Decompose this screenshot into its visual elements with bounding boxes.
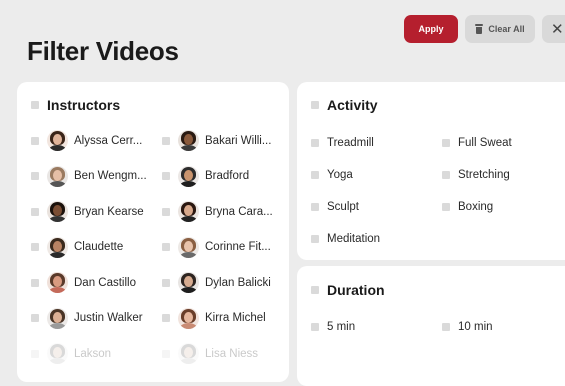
activity-checkbox[interactable] bbox=[442, 203, 450, 211]
duration-heading[interactable]: Duration bbox=[311, 282, 385, 298]
activity-checkbox[interactable] bbox=[311, 235, 319, 243]
activity-option[interactable]: Treadmill bbox=[311, 137, 374, 149]
instructor-checkbox[interactable] bbox=[31, 136, 39, 145]
activity-label: Boxing bbox=[458, 201, 494, 213]
instructor-avatar bbox=[178, 236, 199, 258]
instructor-checkbox[interactable] bbox=[162, 314, 170, 322]
instructor-name: Kirra Michel bbox=[205, 312, 266, 324]
instructor-avatar bbox=[178, 130, 199, 151]
instructors-heading-label: Instructors bbox=[47, 97, 121, 113]
activity-checkbox[interactable] bbox=[442, 139, 450, 147]
activity-checkbox[interactable] bbox=[442, 171, 450, 179]
activity-label: Treadmill bbox=[327, 137, 374, 149]
instructor-option[interactable]: Corinne Fit... bbox=[162, 236, 271, 258]
duration-option[interactable]: 5 min bbox=[311, 321, 355, 333]
instructor-checkbox[interactable] bbox=[162, 278, 170, 287]
trash-icon bbox=[475, 24, 484, 34]
instructor-avatar bbox=[178, 165, 199, 187]
duration-checkbox[interactable] bbox=[311, 323, 319, 331]
duration-checkbox[interactable] bbox=[442, 323, 450, 331]
activity-option[interactable]: Meditation bbox=[311, 233, 380, 245]
instructor-option[interactable]: Lakson bbox=[31, 343, 111, 364]
duration-select-all-checkbox[interactable] bbox=[311, 286, 319, 294]
instructor-option[interactable]: Bryan Kearse bbox=[31, 201, 144, 222]
duration-option[interactable]: 10 min bbox=[442, 321, 493, 333]
instructor-checkbox[interactable] bbox=[162, 172, 170, 180]
instructor-avatar bbox=[47, 201, 68, 222]
instructors-heading[interactable]: Instructors bbox=[31, 97, 120, 113]
instructor-name: Bryan Kearse bbox=[74, 205, 144, 218]
instructor-name: Dan Castillo bbox=[74, 276, 136, 289]
close-button[interactable]: ✕ bbox=[542, 15, 565, 43]
instructor-option[interactable]: Bakari Willi... bbox=[162, 130, 271, 151]
instructor-checkbox[interactable] bbox=[31, 172, 39, 180]
instructor-checkbox[interactable] bbox=[162, 207, 170, 216]
instructor-checkbox[interactable] bbox=[31, 314, 39, 322]
instructor-option[interactable]: Dan Castillo bbox=[31, 272, 136, 293]
clear-all-label: Clear All bbox=[488, 24, 525, 34]
instructor-checkbox[interactable] bbox=[162, 243, 170, 251]
instructor-name: Alyssa Cerr... bbox=[74, 134, 143, 147]
activity-label: Full Sweat bbox=[458, 137, 512, 149]
instructor-option[interactable]: Ben Wengm... bbox=[31, 165, 147, 187]
instructor-name: Dylan Balicki bbox=[205, 276, 271, 289]
activity-heading[interactable]: Activity bbox=[311, 97, 378, 113]
clear-all-button[interactable]: Clear All bbox=[465, 15, 535, 43]
apply-button[interactable]: Apply bbox=[404, 15, 458, 43]
duration-heading-label: Duration bbox=[327, 282, 385, 298]
activity-checkbox[interactable] bbox=[311, 203, 319, 211]
activity-option[interactable]: Yoga bbox=[311, 169, 353, 181]
instructor-avatar bbox=[178, 201, 199, 222]
instructor-name: Corinne Fit... bbox=[205, 241, 271, 253]
instructor-option[interactable]: Kirra Michel bbox=[162, 307, 266, 329]
activity-label: Sculpt bbox=[327, 201, 359, 213]
instructor-option[interactable]: Bryna Cara... bbox=[162, 201, 273, 222]
instructor-name: Bryna Cara... bbox=[205, 205, 273, 218]
instructor-option[interactable]: Bradford bbox=[162, 165, 250, 187]
instructor-checkbox[interactable] bbox=[162, 349, 170, 358]
instructor-checkbox[interactable] bbox=[31, 278, 39, 287]
activity-option[interactable]: Full Sweat bbox=[442, 137, 512, 149]
instructor-checkbox[interactable] bbox=[162, 136, 170, 145]
instructor-name: Ben Wengm... bbox=[74, 170, 147, 182]
instructor-avatar bbox=[178, 307, 199, 329]
instructor-option[interactable]: Justin Walker bbox=[31, 307, 143, 329]
page-title: Filter Videos bbox=[27, 36, 179, 66]
instructor-option[interactable]: Alyssa Cerr... bbox=[31, 130, 142, 151]
activity-option[interactable]: Stretching bbox=[442, 169, 510, 181]
instructor-option[interactable]: Claudette bbox=[31, 236, 124, 258]
instructor-avatar bbox=[47, 236, 68, 258]
instructor-avatar bbox=[47, 165, 68, 187]
close-icon: ✕ bbox=[551, 21, 564, 38]
instructor-avatar bbox=[47, 307, 68, 329]
instructor-avatar bbox=[47, 272, 68, 293]
activity-heading-label: Activity bbox=[327, 97, 378, 113]
instructors-select-all-checkbox[interactable] bbox=[31, 101, 39, 109]
activity-select-all-checkbox[interactable] bbox=[311, 101, 319, 109]
instructor-name: Claudette bbox=[74, 241, 124, 253]
duration-label: 5 min bbox=[327, 321, 356, 333]
activity-label: Yoga bbox=[327, 169, 353, 181]
instructor-option[interactable]: Dylan Balicki bbox=[162, 272, 271, 293]
instructor-avatar bbox=[178, 272, 199, 293]
instructor-avatar bbox=[47, 343, 68, 364]
activity-checkbox[interactable] bbox=[311, 139, 319, 147]
instructor-name: Justin Walker bbox=[74, 312, 143, 324]
instructor-avatar bbox=[178, 343, 199, 364]
instructor-checkbox[interactable] bbox=[31, 349, 39, 358]
instructor-name: Bradford bbox=[205, 170, 250, 182]
instructor-name: Bakari Willi... bbox=[205, 134, 272, 147]
instructors-card bbox=[17, 82, 289, 382]
activity-label: Stretching bbox=[458, 169, 510, 181]
instructor-checkbox[interactable] bbox=[31, 207, 39, 216]
duration-label: 10 min bbox=[458, 321, 493, 333]
instructor-checkbox[interactable] bbox=[31, 243, 39, 251]
activity-label: Meditation bbox=[327, 233, 381, 245]
activity-option[interactable]: Sculpt bbox=[311, 201, 359, 213]
instructor-avatar bbox=[47, 130, 68, 151]
instructor-option[interactable]: Lisa Niess bbox=[162, 343, 258, 364]
activity-checkbox[interactable] bbox=[311, 171, 319, 179]
activity-option[interactable]: Boxing bbox=[442, 201, 493, 213]
